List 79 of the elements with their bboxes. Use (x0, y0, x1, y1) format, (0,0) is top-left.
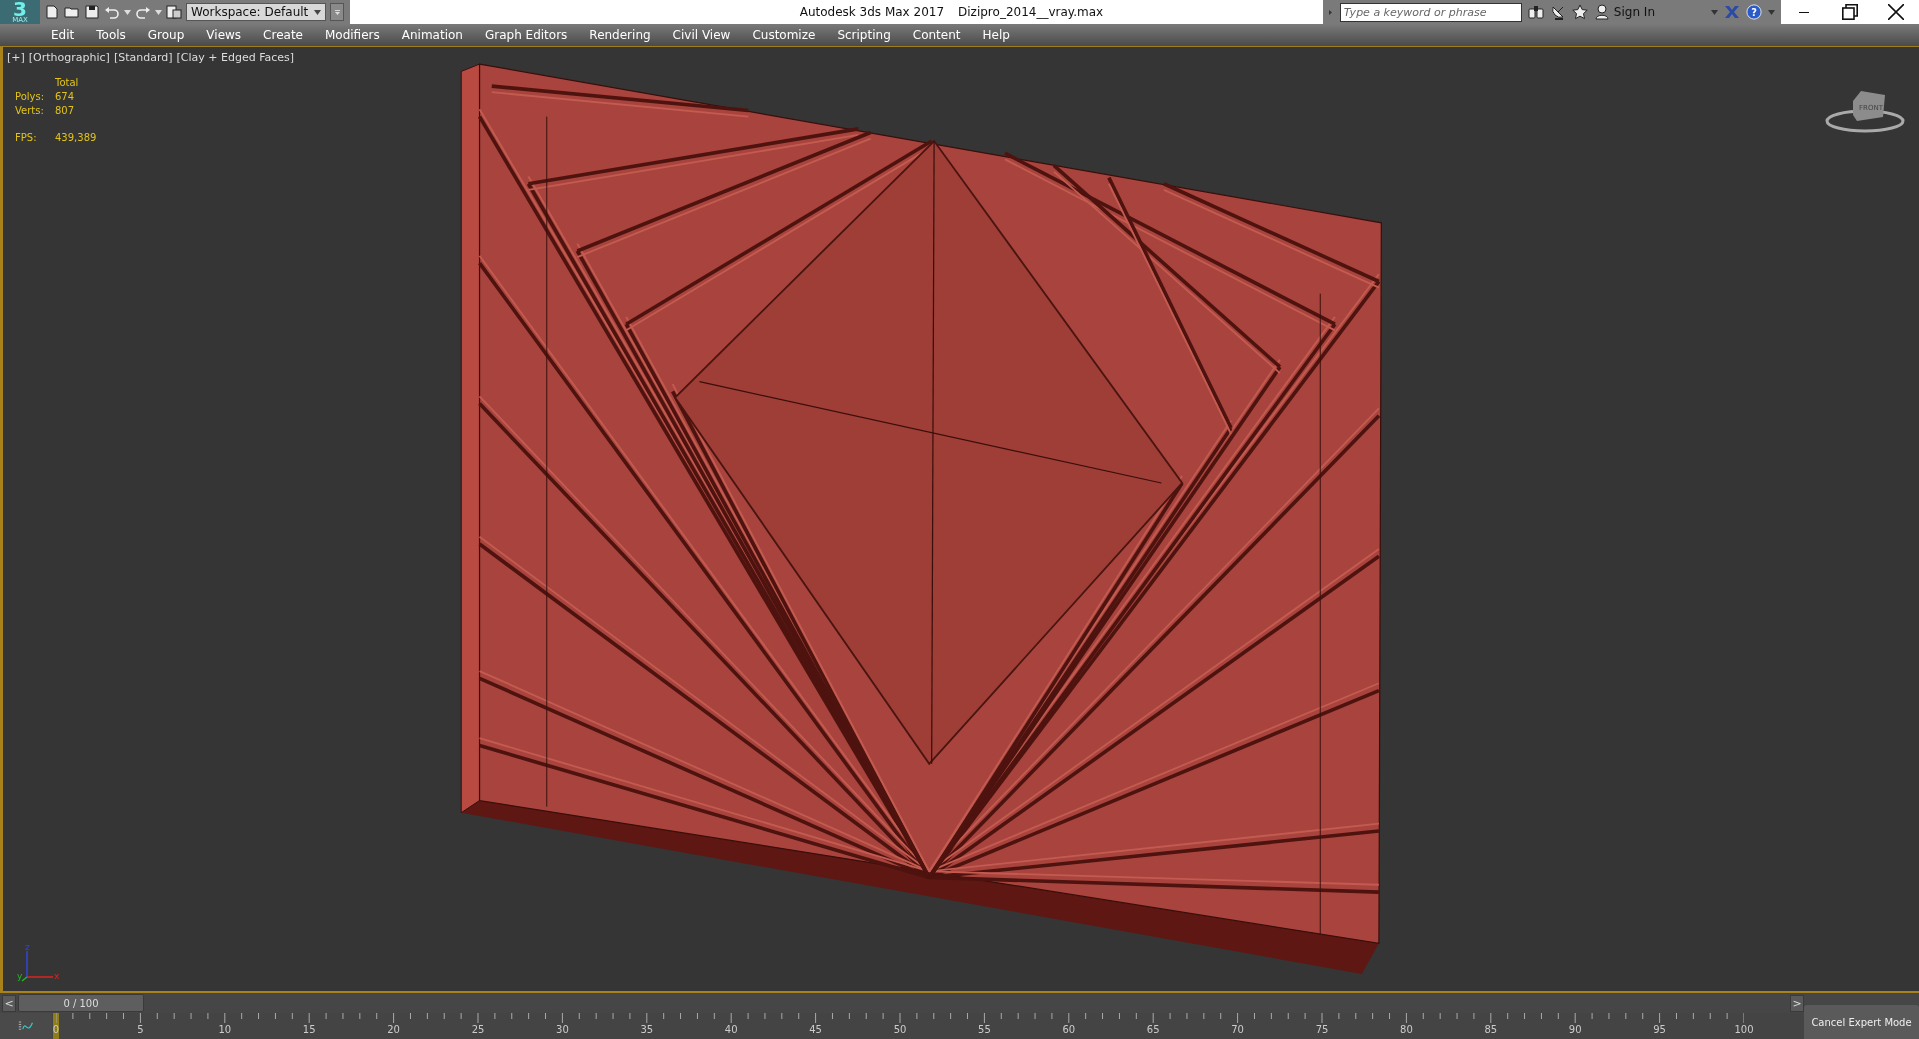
tick-label: 65 (1146, 1024, 1160, 1035)
toolbar-options-button[interactable] (330, 3, 344, 21)
menu-item[interactable]: Group (136, 28, 196, 42)
viewport-label[interactable]: [Orthographic] (28, 51, 110, 64)
tick-label: 95 (1653, 1024, 1666, 1035)
menu-item[interactable]: Rendering (578, 28, 662, 42)
menu-item[interactable]: Edit (40, 28, 86, 42)
star-icon[interactable] (1571, 4, 1588, 20)
menu-item[interactable]: Customize (741, 28, 827, 42)
minimize-icon (1799, 11, 1809, 13)
menu-item[interactable]: Views (195, 28, 253, 42)
tick-label: 55 (978, 1024, 991, 1035)
tick-label: 100 (1734, 1024, 1754, 1035)
undo-icon[interactable] (104, 4, 120, 20)
tick-label: 20 (387, 1024, 400, 1035)
cancel-expert-mode-button[interactable]: Cancel Expert Mode (1804, 1005, 1919, 1039)
menu-item[interactable]: Create (252, 28, 314, 42)
previous-frame-button[interactable]: < (2, 994, 16, 1012)
tick-label: 15 (302, 1024, 316, 1035)
tick-label: 60 (1062, 1024, 1076, 1035)
caret-icon[interactable] (1711, 9, 1718, 15)
stat-label: Polys: (15, 91, 46, 102)
tick-label: 5 (137, 1024, 144, 1035)
tick-label: 25 (471, 1024, 485, 1035)
stat-value: 807 (55, 105, 76, 116)
tick-label: 70 (1231, 1024, 1244, 1035)
menu-item[interactable]: Tools (85, 28, 137, 42)
save-icon[interactable] (84, 4, 100, 20)
redo-icon[interactable] (135, 4, 151, 20)
tick-label: 90 (1568, 1024, 1582, 1035)
caret-icon[interactable] (155, 9, 162, 15)
tick-label: 85 (1484, 1024, 1498, 1035)
sign-in-button[interactable]: Sign In (1593, 4, 1705, 20)
tick-label: 40 (724, 1024, 738, 1035)
stats-header: Total (55, 77, 80, 88)
menu-item[interactable]: Graph Editors (473, 28, 579, 42)
caret-icon[interactable] (1768, 9, 1775, 15)
restore-icon (1842, 4, 1858, 20)
axis-tripod-drawing: z y x (17, 943, 63, 983)
menu-item[interactable]: Content (901, 28, 972, 42)
tick-label: 50 (893, 1024, 907, 1035)
viewport-label[interactable]: [Standard] (113, 51, 173, 64)
project-folder-icon[interactable] (166, 4, 182, 20)
tick-label: 0 (52, 1024, 60, 1035)
tick-label: 35 (640, 1024, 654, 1035)
help-icon[interactable]: ? (1746, 4, 1762, 20)
viewport-label[interactable]: [Clay + Edged Faces] (176, 51, 295, 64)
tick-label: 75 (1315, 1024, 1329, 1035)
menu-item[interactable]: Help (971, 28, 1021, 42)
caret-icon (333, 9, 341, 15)
tick-label: 45 (809, 1024, 822, 1035)
folder-icon[interactable] (64, 4, 80, 20)
stat-label: Verts: (15, 105, 45, 116)
file-name: Dizipro_2014__vray.max (958, 5, 1104, 19)
stat-value: 674 (55, 91, 76, 102)
viewport-label[interactable]: [+] (7, 51, 25, 64)
close-icon (1888, 4, 1904, 20)
workspace-dropdown[interactable]: Workspace: Default (186, 3, 326, 21)
menu-item[interactable]: Civil View (661, 28, 742, 42)
tick-label: 30 (556, 1024, 569, 1035)
window-title: Autodesk 3ds Max 2017 (799, 5, 945, 19)
expand-arrow-icon[interactable] (1326, 9, 1334, 15)
time-slider-thumb[interactable]: 0 / 100 (18, 994, 144, 1012)
menu-item[interactable]: Modifiers (313, 28, 391, 42)
time-cursor[interactable] (53, 1013, 59, 1039)
tick-label: 80 (1400, 1024, 1413, 1035)
menu-item[interactable]: Scripting (826, 28, 902, 42)
stat-label: FPS: (15, 132, 38, 143)
stat-value: 439,389 (55, 132, 97, 143)
tick-label: 10 (218, 1024, 232, 1035)
next-frame-button[interactable]: > (1790, 994, 1804, 1012)
caret-icon[interactable] (124, 9, 131, 15)
menu-item[interactable]: Animation (390, 28, 474, 42)
caret-icon (314, 9, 321, 15)
binoculars-icon[interactable] (1527, 4, 1544, 20)
search-field[interactable]: Type a keyword or phrase (1339, 2, 1522, 22)
user-icon (1593, 4, 1610, 20)
new-file-icon[interactable] (44, 4, 60, 20)
satellite-dish-icon[interactable] (1549, 4, 1566, 20)
